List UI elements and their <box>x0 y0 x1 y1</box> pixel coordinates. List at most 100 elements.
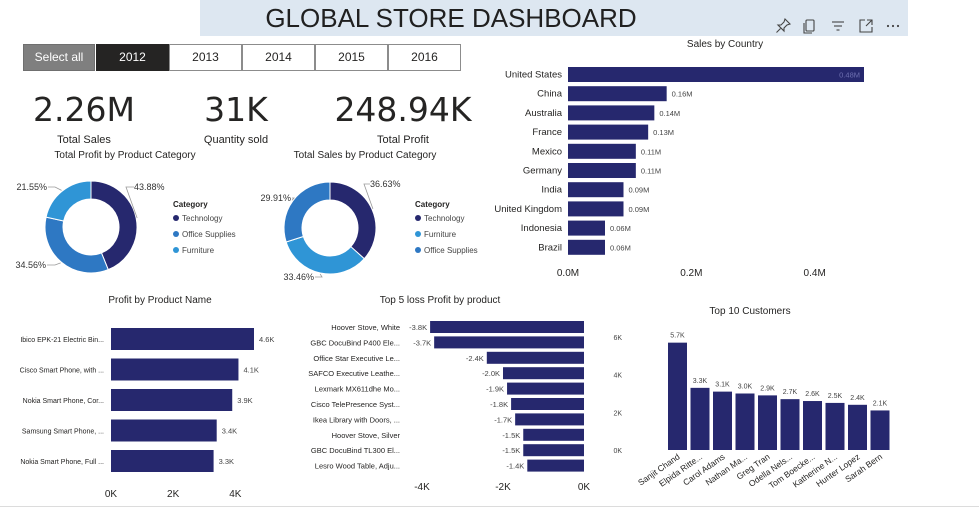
data-label: 0.09M <box>629 186 650 195</box>
bar <box>780 399 800 450</box>
data-label: 0.16M <box>672 90 693 99</box>
category-label: Samsung Smart Phone, ... <box>22 429 104 436</box>
top-customers-title: Top 10 Customers <box>709 306 791 317</box>
data-label: 2.7K <box>783 389 798 396</box>
bar <box>568 105 655 121</box>
data-label: 5.7K <box>670 333 685 340</box>
legend-title: Category <box>173 200 208 209</box>
legend-marker <box>415 215 421 221</box>
bar <box>515 413 584 426</box>
sales-by-category-title: Total Sales by Product Category <box>293 150 437 161</box>
slicer-select-all[interactable]: Select all <box>23 44 95 71</box>
category-label: France <box>532 127 562 138</box>
x-tick-label: 0.4M <box>804 268 826 279</box>
data-label: -1.9K <box>486 385 504 394</box>
pin-icon[interactable] <box>773 16 793 36</box>
bar <box>825 402 845 450</box>
data-label: 0.14M <box>659 109 680 118</box>
filter-icon[interactable] <box>828 16 848 36</box>
bar <box>803 401 822 450</box>
donut-slice-technology <box>329 181 377 260</box>
category-label: Office Star Executive Le... <box>313 354 400 363</box>
dashboard-title: GLOBAL STORE DASHBOARD <box>265 3 637 33</box>
data-label: -1.5K <box>502 446 520 455</box>
x-tick-label: 0.0M <box>557 268 579 279</box>
category-label: India <box>541 185 562 196</box>
data-label: 4.6K <box>259 335 274 344</box>
legend-item-label: Technology <box>424 214 464 223</box>
kpi-quantity-label: Quantity sold <box>203 134 269 146</box>
data-label: -1.4K <box>506 462 524 471</box>
data-label: 0.11M <box>641 167 661 176</box>
data-label: 4.1K <box>243 366 258 375</box>
category-label: Germany <box>523 166 562 177</box>
data-label: -1.7K <box>494 415 512 424</box>
kpi-total-profit-value: 248.94K <box>334 90 472 129</box>
kpi-total-sales-label: Total Sales <box>57 134 111 146</box>
slicer-year-2012[interactable]: 2012 <box>96 44 169 71</box>
data-label: 3.0K <box>738 384 753 391</box>
donut-leader-line <box>315 273 323 278</box>
data-label: 2.5K <box>828 393 843 400</box>
data-label: 0.13M <box>653 128 674 137</box>
slicer-year-2015[interactable]: 2015 <box>315 44 388 71</box>
bar <box>568 163 636 178</box>
slicer-year-2014[interactable]: 2014 <box>242 44 315 71</box>
x-tick-label: 0K <box>578 482 591 493</box>
bar <box>527 459 584 472</box>
legend-item-label: Office Supplies <box>424 246 478 255</box>
top-loss-products-title: Top 5 loss Profit by product <box>379 295 501 306</box>
category-label: United States <box>505 70 562 81</box>
bar <box>111 389 233 411</box>
x-tick-label: -2K <box>495 482 511 493</box>
profit-by-product-title: Profit by Product Name <box>108 295 212 306</box>
category-label: Mexico <box>532 146 562 157</box>
data-label: -2.4K <box>466 354 484 363</box>
donut-data-label: 33.46% <box>283 272 314 282</box>
sales-by-country-bar-chart: United States 0.48M China 0.16M Australia 0.1… <box>494 67 864 279</box>
bar <box>568 201 624 217</box>
data-label: 3.1K <box>715 382 730 389</box>
y-tick-label: 2K <box>613 410 622 417</box>
category-label: Indonesia <box>521 223 563 234</box>
x-tick-label: 0.2M <box>680 268 702 279</box>
kpi-total-profit-label: Total Profit <box>377 134 429 146</box>
data-label: 0.06M <box>610 224 631 233</box>
category-label: GBC DocuBind TL300 El... <box>311 446 400 455</box>
data-label: 0.11M <box>641 147 661 156</box>
profit-by-category-title: Total Profit by Product Category <box>54 150 196 161</box>
donut-data-label: 43.88% <box>134 182 165 192</box>
bar <box>111 328 254 350</box>
x-tick-label: 0K <box>105 489 118 500</box>
top-customers-bar-chart: 5.7KSanjit Chand3.3KElpida Ritte...3.1KC… <box>613 333 890 491</box>
category-label: Lesro Wood Table, Adju... <box>315 462 400 471</box>
bar <box>568 220 605 236</box>
category-label: Ibico EPK-21 Electric Bin... <box>20 337 104 344</box>
bar <box>523 444 584 457</box>
y-tick-label: 0K <box>613 448 622 455</box>
x-tick-label: 2K <box>167 489 180 500</box>
data-label: 0.48M <box>839 71 860 80</box>
legend-marker <box>173 231 179 237</box>
bar <box>486 351 584 364</box>
slicer-year-2016[interactable]: 2016 <box>388 44 461 71</box>
category-label: Cisco Smart Phone, with ... <box>20 368 104 375</box>
category-label: Hoover Stove, Silver <box>332 431 401 440</box>
focus-mode-icon[interactable] <box>856 16 876 36</box>
kpi-total-sales-value: 2.26M <box>33 90 135 129</box>
bar <box>111 358 239 381</box>
bar <box>568 143 636 159</box>
profit-by-product-bar-chart: Ibico EPK-21 Electric Bin... 4.6K Cisco Sm… <box>20 328 274 500</box>
donut-slice-furniture <box>285 235 365 275</box>
more-options-icon[interactable] <box>883 16 903 36</box>
slicer-year-2013[interactable]: 2013 <box>169 44 242 71</box>
profit-by-category-donut-chart: 43.88% 34.56% 21.55% Category Technology Offi… <box>15 180 236 274</box>
category-label: United Kingdom <box>494 204 562 215</box>
data-label: 0.09M <box>629 205 650 214</box>
legend-item-label: Technology <box>182 214 222 223</box>
bar <box>507 382 584 395</box>
data-label: 3.3K <box>693 378 708 385</box>
donut-data-label: 21.55% <box>16 182 47 192</box>
bar <box>111 450 214 472</box>
copy-icon[interactable] <box>800 16 820 36</box>
